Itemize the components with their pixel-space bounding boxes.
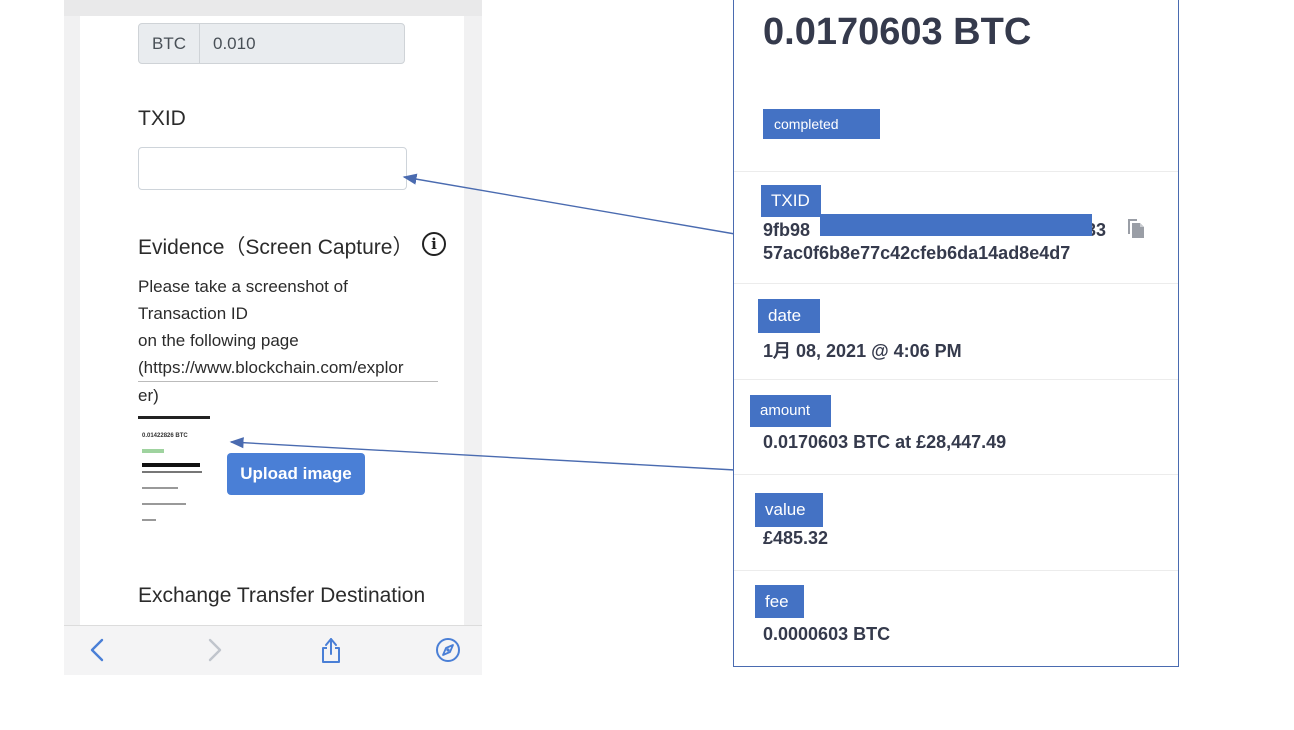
copy-icon[interactable] xyxy=(1125,216,1147,240)
date-value: 1月 08, 2021 @ 4:06 PM xyxy=(763,341,962,361)
amount-value: 0.0170603 BTC at £28,447.49 xyxy=(763,432,1007,452)
transaction-amount-heading: 0.0170603 BTC xyxy=(763,11,1032,53)
amount-tag: amount xyxy=(750,395,831,427)
fee-value: 0.0000603 BTC xyxy=(763,624,891,644)
date-tag: date xyxy=(758,299,820,333)
transaction-detail-panel: 0.0170603 BTC completed TXID 9fb98 33 57a… xyxy=(733,0,1179,667)
divider xyxy=(734,379,1178,380)
txid-redaction xyxy=(820,214,1092,236)
txid-line-2: 57ac0f6b8e77c42cfeb6da14ad8e4d7 xyxy=(763,243,1071,263)
txid-start: 9fb98 xyxy=(763,220,811,240)
divider xyxy=(734,474,1178,475)
value-value: £485.32 xyxy=(763,528,829,548)
divider xyxy=(734,283,1178,284)
status-badge: completed xyxy=(763,109,880,139)
value-tag: value xyxy=(755,493,823,527)
fee-tag: fee xyxy=(755,585,804,618)
txid-tag: TXID xyxy=(761,185,821,217)
divider xyxy=(734,171,1178,172)
arrow-txid-to-input xyxy=(402,173,736,235)
divider xyxy=(734,570,1178,571)
arrow-to-evidence-thumbnail xyxy=(229,437,736,471)
